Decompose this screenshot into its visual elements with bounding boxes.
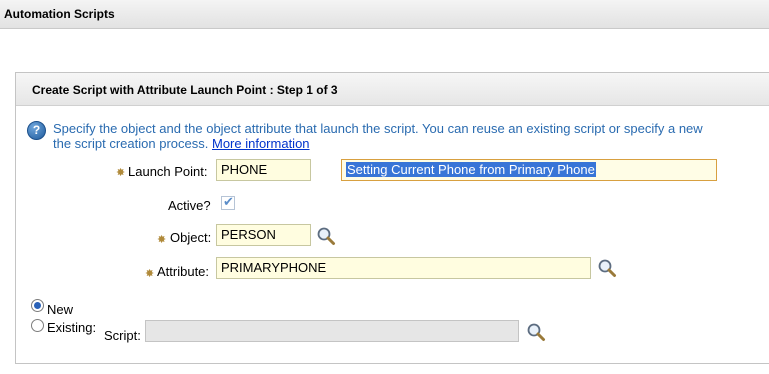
- app-header: Automation Scripts: [0, 0, 769, 29]
- required-marker-icon: ✸: [145, 268, 155, 280]
- script-input[interactable]: [145, 320, 519, 342]
- dialog-title: Create Script with Attribute Launch Poin…: [32, 83, 338, 97]
- attribute-label: Attribute:: [157, 264, 210, 279]
- launch-point-description-text: Setting Current Phone from Primary Phone: [346, 162, 596, 177]
- active-label: Active?: [168, 198, 211, 213]
- app-title: Automation Scripts: [4, 7, 115, 21]
- instructions-line-2: the script creation process. More inform…: [53, 136, 310, 151]
- new-radio[interactable]: [31, 299, 44, 312]
- dialog-header: Create Script with Attribute Launch Poin…: [16, 73, 769, 106]
- script-lookup-magnifier-icon[interactable]: [526, 322, 546, 342]
- more-information-link[interactable]: More information: [212, 136, 310, 151]
- script-label: Script:: [104, 328, 141, 343]
- checkmark-icon: ✔: [223, 194, 234, 209]
- instructions: Specify the object and the object attrib…: [53, 121, 769, 151]
- attribute-input[interactable]: PRIMARYPHONE: [216, 257, 591, 279]
- launch-point-input[interactable]: PHONE: [216, 159, 311, 181]
- object-label: Object:: [170, 230, 212, 245]
- launch-point-label: Launch Point:: [128, 164, 208, 179]
- instructions-line-1: Specify the object and the object attrib…: [53, 121, 703, 136]
- existing-radio[interactable]: [31, 319, 44, 332]
- help-icon[interactable]: ?: [27, 121, 46, 140]
- existing-radio-label: Existing:: [47, 320, 97, 335]
- launch-point-description-input[interactable]: Setting Current Phone from Primary Phone: [341, 159, 717, 181]
- object-lookup-magnifier-icon[interactable]: [316, 226, 336, 246]
- new-radio-label: New: [47, 302, 74, 317]
- required-marker-icon: ✸: [116, 167, 126, 179]
- attribute-lookup-magnifier-icon[interactable]: [597, 258, 617, 278]
- object-input[interactable]: PERSON: [216, 224, 311, 246]
- required-marker-icon: ✸: [157, 234, 167, 246]
- active-checkbox[interactable]: ✔: [221, 194, 235, 210]
